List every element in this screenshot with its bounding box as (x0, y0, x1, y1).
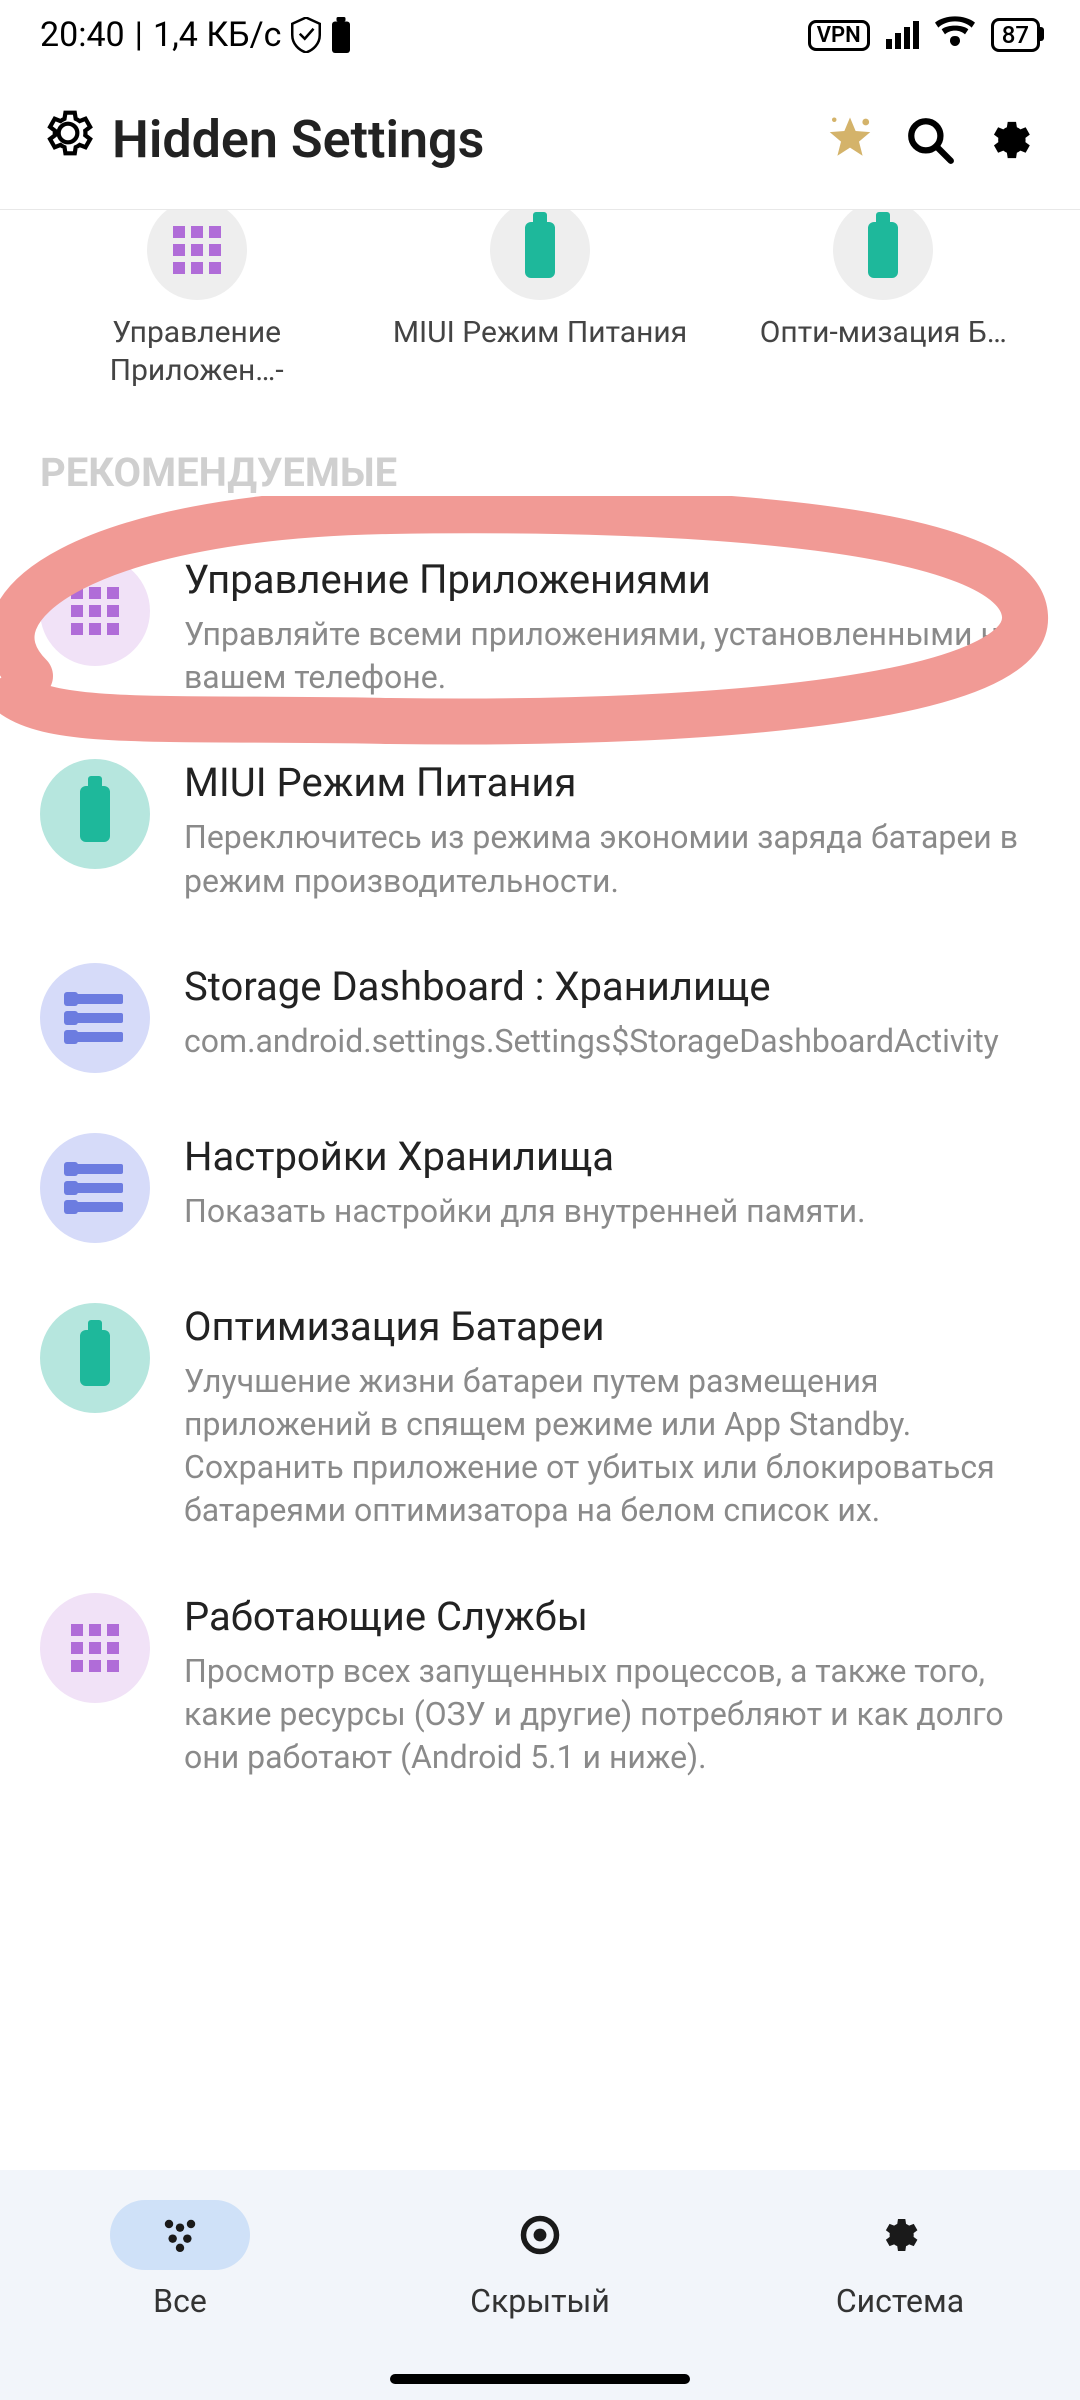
item-miui-power[interactable]: MIUI Режим Питания Переключитесь из режи… (0, 729, 1080, 932)
vpn-icon: VPN (808, 20, 870, 51)
item-desc: com.android.settings.Settings$StorageDas… (184, 1020, 1040, 1063)
shortcut-app-management[interactable]: Управление Приложен…- (30, 210, 363, 389)
item-app-management[interactable]: Управление Приложениями Управляйте всеми… (0, 526, 1080, 729)
item-title: Оптимизация Батареи (184, 1303, 1040, 1350)
status-speed: 1,4 КБ/с (153, 15, 281, 55)
battery-icon (490, 210, 590, 300)
item-title: Настройки Хранилища (184, 1133, 1040, 1180)
nav-all[interactable]: Все (110, 2200, 250, 2320)
shield-icon (291, 17, 321, 53)
nav-label: Все (153, 2282, 207, 2320)
wifi-icon (935, 14, 975, 56)
item-desc: Улучшение жизни батареи путем размещения… (184, 1360, 1040, 1533)
gesture-handle[interactable] (390, 2374, 690, 2384)
battery-full-icon (331, 17, 351, 53)
item-desc: Просмотр всех запущенных процессов, а та… (184, 1650, 1040, 1780)
item-desc: Переключитесь из режима экономии заряда … (184, 816, 1040, 902)
search-icon[interactable] (900, 110, 960, 170)
section-recommended: РЕКОМЕНДУЕМЫЕ (0, 409, 1080, 526)
item-title: Управление Приложениями (184, 556, 1040, 603)
status-left: 20:40 | 1,4 КБ/с (40, 15, 351, 55)
gear-icon[interactable] (980, 110, 1040, 170)
item-desc: Показать настройки для внутренней памяти… (184, 1190, 1040, 1233)
battery-level: 87 (991, 18, 1040, 52)
sparkle-star-icon[interactable] (820, 110, 880, 170)
item-desc: Управляйте всеми приложениями, установле… (184, 613, 1040, 699)
app-title: Hidden Settings (40, 105, 800, 174)
bottom-nav: Все Скрытый Система (0, 2170, 1080, 2400)
shortcut-miui-power[interactable]: MIUI Режим Питания (373, 210, 706, 389)
status-bar: 20:40 | 1,4 КБ/с VPN 87 (0, 0, 1080, 70)
nav-hidden[interactable]: Скрытый (470, 2200, 610, 2320)
item-storage-dashboard[interactable]: Storage Dashboard : Хранилище com.androi… (0, 933, 1080, 1103)
gear-outline-icon (40, 105, 96, 174)
item-title: MIUI Режим Питания (184, 759, 1040, 806)
shortcuts-row: Управление Приложен…- MIUI Режим Питания… (0, 210, 1080, 409)
storage-icon (40, 1133, 150, 1243)
grid-icon (40, 556, 150, 666)
status-time: 20:40 (40, 15, 125, 55)
shortcut-label: Опти-мизация Б… (760, 314, 1007, 352)
dots-icon (110, 2200, 250, 2270)
nav-label: Система (836, 2282, 964, 2320)
shortcut-battery-optimization[interactable]: Опти-мизация Б… (717, 210, 1050, 389)
target-icon (470, 2200, 610, 2270)
battery-icon (833, 210, 933, 300)
item-title: Работающие Службы (184, 1593, 1040, 1640)
grid-icon (40, 1593, 150, 1703)
shortcut-label: Управление Приложен…- (30, 314, 363, 389)
item-running-services[interactable]: Работающие Службы Просмотр всех запущенн… (0, 1563, 1080, 1810)
status-right: VPN 87 (808, 14, 1040, 56)
gear-small-icon (830, 2200, 970, 2270)
signal-icon (886, 21, 919, 49)
item-battery-optimization[interactable]: Оптимизация Батареи Улучшение жизни бата… (0, 1273, 1080, 1563)
battery-icon (40, 759, 150, 869)
battery-icon (40, 1303, 150, 1413)
nav-system[interactable]: Система (830, 2200, 970, 2320)
storage-icon (40, 963, 150, 1073)
item-storage-settings[interactable]: Настройки Хранилища Показать настройки д… (0, 1103, 1080, 1273)
shortcut-label: MIUI Режим Питания (393, 314, 687, 352)
item-title: Storage Dashboard : Хранилище (184, 963, 1040, 1010)
app-header: Hidden Settings (0, 70, 1080, 210)
nav-label: Скрытый (470, 2282, 610, 2320)
grid-icon (147, 210, 247, 300)
